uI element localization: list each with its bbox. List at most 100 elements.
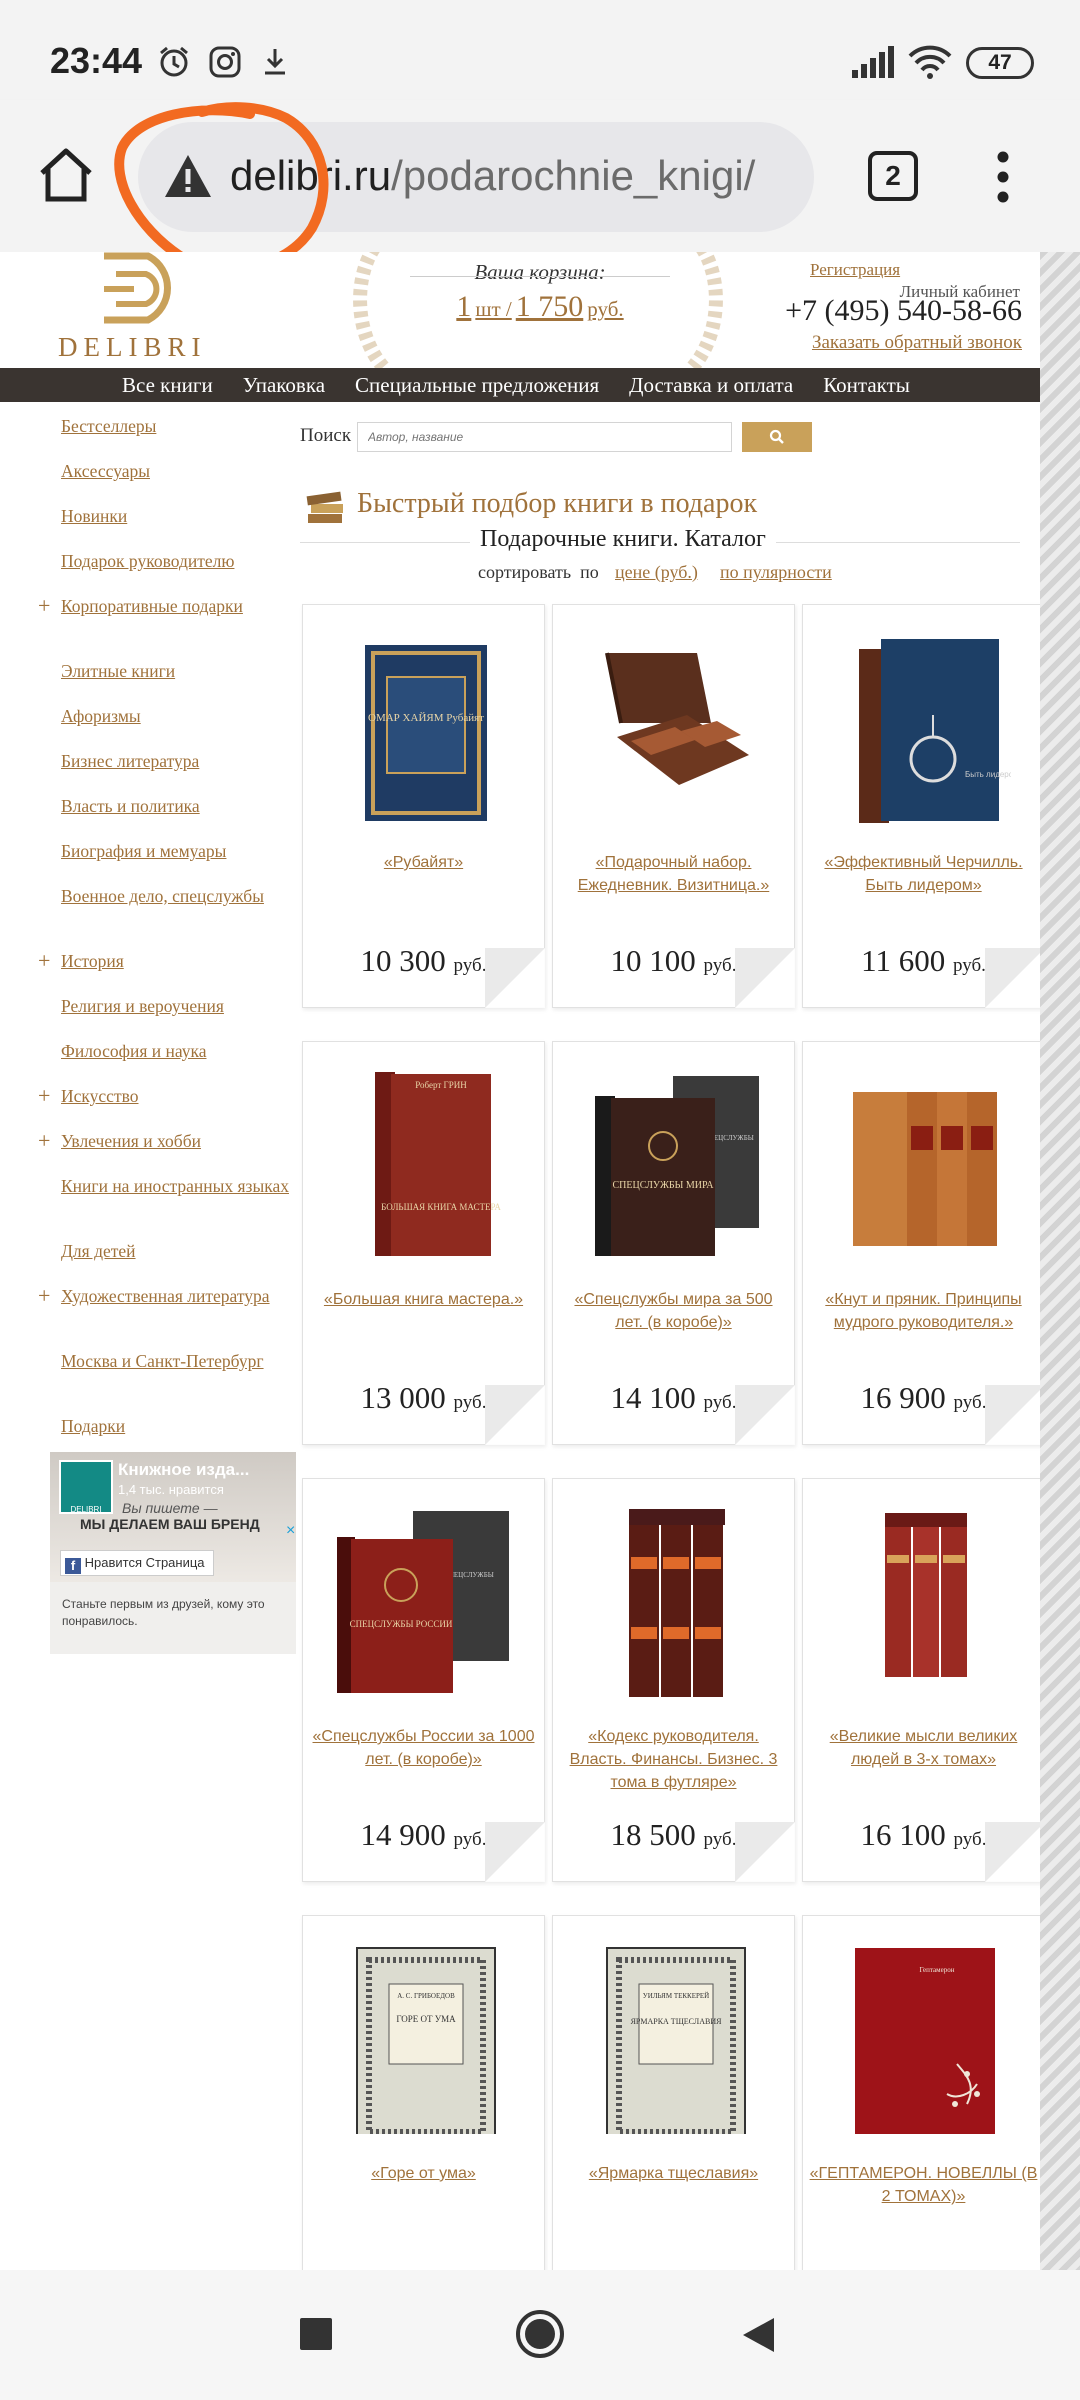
product-title[interactable]: «Ярмарка тщеславия» [559,2162,788,2185]
product-title[interactable]: «Спецслужбы России за 1000 лет. (в короб… [309,1725,538,1771]
cover-text: СПЕЦСЛУЖБЫ РОССИИ [350,1619,453,1629]
expand-plus-icon[interactable]: + [38,1285,50,1307]
fb-page-avatar[interactable]: DELIBRI [59,1460,113,1514]
page-curl [735,1385,795,1445]
sidebar-item[interactable]: Религия и вероучения [61,996,291,1016]
recent-apps-button[interactable] [300,2318,332,2350]
nav-delivery[interactable]: Доставка и оплата [629,368,793,402]
sidebar-item[interactable]: Для детей [61,1241,291,1261]
callback-link[interactable]: Заказать обратный звонок [760,332,1022,354]
product-card[interactable]: СПЕЦСЛУЖБЫ СПЕЦСЛУЖБЫ МИРА «Спецслужбы м… [552,1041,795,1445]
product-title[interactable]: «ГЕПТАМЕРОН. НОВЕЛЛЫ (В 2 ТОМАХ)» [809,2162,1038,2208]
product-card[interactable]: «Подарочный набор. Ежедневник. Визитница… [552,604,795,1008]
sidebar-item[interactable]: Бизнес литература [61,751,291,771]
more-menu-icon[interactable] [993,150,1013,204]
site-header: DELIBRI Ваша корзина: 1 шт / 1 750 руб. … [0,252,1040,372]
nav-special-offers[interactable]: Специальные предложения [355,368,599,402]
fb-likes: 1,4 тыс. нравится [118,1482,224,1497]
cart-qty-unit: шт / [475,297,512,321]
fb-page-name[interactable]: Книжное изда... [118,1460,249,1480]
cart-summary[interactable]: 1 шт / 1 750 руб. [400,290,680,324]
nav-all-books[interactable]: Все книги [122,368,213,402]
product-card[interactable]: Быть лидером «Эффективный Черчилль. Быть… [802,604,1040,1008]
tab-switcher-button[interactable]: 2 [868,151,918,201]
sidebar-item[interactable]: Биография и мемуары [61,841,291,861]
product-card[interactable]: ОМАР ХАЙЯМ Рубайят «Рубайят» 10 300 руб. [302,604,545,1008]
product-card[interactable]: «Кнут и пряник. Принципы мудрого руковод… [802,1041,1040,1445]
sort-by-popularity-link[interactable]: по пулярности [720,562,832,583]
product-title[interactable]: «Кнут и пряник. Принципы мудрого руковод… [809,1288,1038,1334]
expand-plus-icon[interactable]: + [38,595,50,617]
sidebar-item[interactable]: Книги на иностранных языках [61,1176,291,1196]
search-input[interactable] [357,422,732,452]
page-curl [485,948,545,1008]
expand-plus-icon[interactable]: + [38,1130,50,1152]
fb-like-button[interactable]: f Нравится Страница [60,1550,214,1576]
instagram-icon [209,46,241,78]
fb-tagline-2: МЫ ДЕЛАЕМ ВАШ БРЕНД [80,1516,260,1532]
back-button[interactable] [740,2316,776,2354]
home-icon[interactable] [36,146,96,204]
cover-text: БОЛЬШАЯ КНИГА МАСТЕРА [381,1202,501,1212]
product-title[interactable]: «Спецслужбы мира за 500 лет. (в коробе)» [559,1288,788,1334]
sidebar-item[interactable]: Искусство [61,1086,291,1106]
product-title[interactable]: «Большая книга мастера.» [309,1288,538,1311]
cover-text: УИЛЬЯМ ТЕККЕРЕЙ [643,1992,709,2000]
sidebar-item[interactable]: Увлечения и хобби [61,1131,291,1151]
sidebar-item[interactable]: Художественная литература [61,1286,291,1306]
price-unit: руб. [703,1829,737,1850]
sidebar-item[interactable]: Афоризмы [61,706,291,726]
nav-contacts[interactable]: Контакты [823,368,910,402]
price-value: 18 500 [610,1817,696,1852]
product-card[interactable]: Роберт ГРИН БОЛЬШАЯ КНИГА МАСТЕРА «Больш… [302,1041,545,1445]
product-title[interactable]: «Горе от ума» [309,2162,538,2185]
cart-sum-unit: руб. [587,297,624,321]
cover-text: Быть лидером [965,770,1011,779]
price-value: 14 900 [360,1817,446,1852]
sidebar-item[interactable]: Москва и Санкт-Петербург [61,1351,291,1371]
sidebar-item[interactable]: Подарки [61,1416,291,1436]
home-button[interactable] [514,2308,566,2360]
search-button[interactable] [742,422,812,452]
product-card[interactable]: «Кодекс руководителя. Власть. Финансы. Б… [552,1478,795,1882]
product-title[interactable]: «Кодекс руководителя. Власть. Финансы. Б… [559,1725,788,1794]
alarm-icon [160,46,188,77]
sidebar-item[interactable]: Подарок руководителю [61,551,291,571]
product-title[interactable]: «Рубайят» [309,851,538,874]
sidebar-item[interactable]: Философия и наука [61,1041,291,1061]
sidebar-item[interactable]: Аксессуары [61,461,291,481]
expand-plus-icon[interactable]: + [38,1085,50,1107]
facebook-icon: f [65,1558,81,1574]
sidebar-item[interactable]: Элитные книги [61,661,291,681]
product-image [605,652,749,785]
product-title[interactable]: «Эффективный Черчилль. Быть лидером» [809,851,1038,897]
phone-number[interactable]: +7 (495) 540-58-66 [760,294,1022,328]
product-title[interactable]: «Подарочный набор. Ежедневник. Визитница… [559,851,788,897]
fb-close-icon[interactable]: × [286,1522,295,1540]
product-card[interactable]: Гептамерон «ГЕПТАМЕРОН. НОВЕЛЛЫ (В 2 ТОМ… [802,1915,1040,2270]
cover-text: СПЕЦСЛУЖБЫ МИРА [612,1180,714,1191]
expand-plus-icon[interactable]: + [38,950,50,972]
sort-label: сортировать по [478,562,599,582]
sidebar-item[interactable]: Корпоративные подарки [61,596,291,616]
product-card[interactable]: УИЛЬЯМ ТЕККЕРЕЙ ЯРМАРКА ТЩЕСЛАВИЯ «Ярмар… [552,1915,795,2270]
sort-by-price-link[interactable]: цене (руб.) [615,562,698,583]
sidebar-item[interactable]: Новинки [61,506,291,526]
sidebar-item[interactable]: Военное дело, спецслужбы [61,886,291,906]
sidebar-item[interactable]: История [61,951,291,971]
cover-text: ЯРМАРКА ТЩЕСЛАВИЯ [631,2017,723,2026]
product-card[interactable]: «Великие мысли великих людей в 3-х томах… [802,1478,1040,1882]
nav-packaging[interactable]: Упаковка [243,368,325,402]
product-title[interactable]: «Великие мысли великих людей в 3-х томах… [809,1725,1038,1771]
price-unit: руб. [952,955,986,976]
cover-text: Гептамерон [920,1966,955,1974]
product-image: СПЕЦСЛУЖБЫ СПЕЦСЛУЖБЫ РОССИИ [337,1511,509,1693]
logo-text[interactable]: DELIBRI [58,332,206,363]
sidebar-item[interactable]: Бестселлеры [61,416,291,436]
price-unit: руб. [453,955,487,976]
promo-title[interactable]: Быстрый подбор книги в подарок [357,488,757,520]
register-link[interactable]: Регистрация [810,260,900,280]
product-card[interactable]: СПЕЦСЛУЖБЫ СПЕЦСЛУЖБЫ РОССИИ «Спецслужбы… [302,1478,545,1882]
sidebar-item[interactable]: Власть и политика [61,796,291,816]
product-card[interactable]: А. С. ГРИБОЕДОВ ГОРЕ ОТ УМА «Горе от ума… [302,1915,545,2270]
